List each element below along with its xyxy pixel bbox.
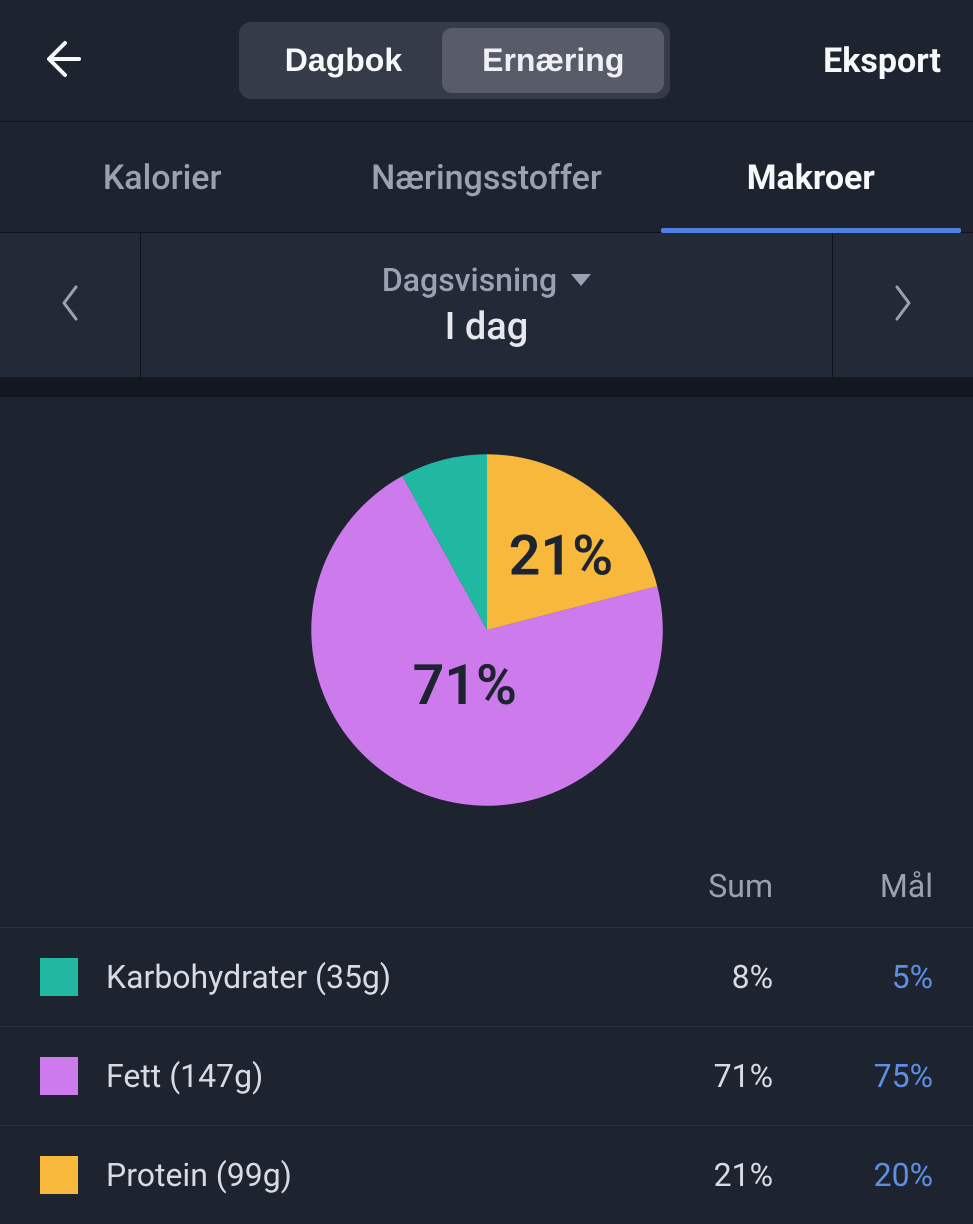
pie-label-fett: 71% — [412, 653, 516, 718]
prev-day-button[interactable] — [0, 233, 140, 377]
color-swatch-icon — [40, 1057, 78, 1095]
color-swatch-icon — [40, 1156, 78, 1194]
table-row[interactable]: Fett (147g) 71% 75% — [0, 1026, 973, 1125]
macro-sum: 8% — [583, 958, 773, 996]
macro-sum: 71% — [583, 1057, 773, 1095]
chevron-down-icon — [571, 274, 591, 286]
arrow-left-icon — [41, 39, 81, 83]
section-divider — [0, 377, 973, 397]
top-bar: Dagbok Ernæring Eksport — [0, 0, 973, 121]
macro-label: Protein (99g) — [106, 1156, 583, 1194]
back-button[interactable] — [36, 36, 86, 86]
macros-chart: 21% 71% — [0, 397, 973, 857]
date-center: Dagsvisning I dag — [140, 233, 833, 377]
nutrition-tabs: Kalorier Næringsstoffer Makroer — [0, 121, 973, 232]
macro-goal: 20% — [773, 1156, 933, 1194]
macro-label: Fett (147g) — [106, 1057, 583, 1095]
macro-goal: 75% — [773, 1057, 933, 1095]
date-selector: Dagsvisning I dag — [0, 232, 973, 377]
next-day-button[interactable] — [833, 233, 973, 377]
table-row[interactable]: Protein (99g) 21% 20% — [0, 1125, 973, 1224]
segment-ernaering[interactable]: Ernæring — [442, 28, 664, 93]
export-button[interactable]: Eksport — [823, 41, 941, 81]
macro-label: Karbohydrater (35g) — [106, 958, 583, 996]
view-mode-label: Dagsvisning — [382, 261, 557, 299]
macro-goal: 5% — [773, 958, 933, 996]
chevron-left-icon — [59, 284, 81, 326]
tab-makroer[interactable]: Makroer — [649, 122, 973, 232]
tab-naeringsstoffer[interactable]: Næringsstoffer — [324, 122, 648, 232]
pie-label-protein: 21% — [508, 524, 612, 589]
macro-sum: 21% — [583, 1156, 773, 1194]
color-swatch-icon — [40, 958, 78, 996]
view-mode-dropdown[interactable]: Dagsvisning — [382, 261, 591, 299]
current-date-label: I dag — [445, 305, 529, 349]
header-goal: Mål — [773, 867, 933, 905]
view-segmented-control: Dagbok Ernæring — [239, 22, 671, 99]
tab-kalorier[interactable]: Kalorier — [0, 122, 324, 232]
macros-pie-icon: 21% 71% — [302, 445, 672, 815]
chevron-right-icon — [892, 284, 914, 326]
header-sum: Sum — [583, 867, 773, 905]
table-row[interactable]: Karbohydrater (35g) 8% 5% — [0, 927, 973, 1026]
segment-dagbok[interactable]: Dagbok — [245, 28, 442, 93]
macros-table-header: Sum Mål — [0, 857, 973, 927]
